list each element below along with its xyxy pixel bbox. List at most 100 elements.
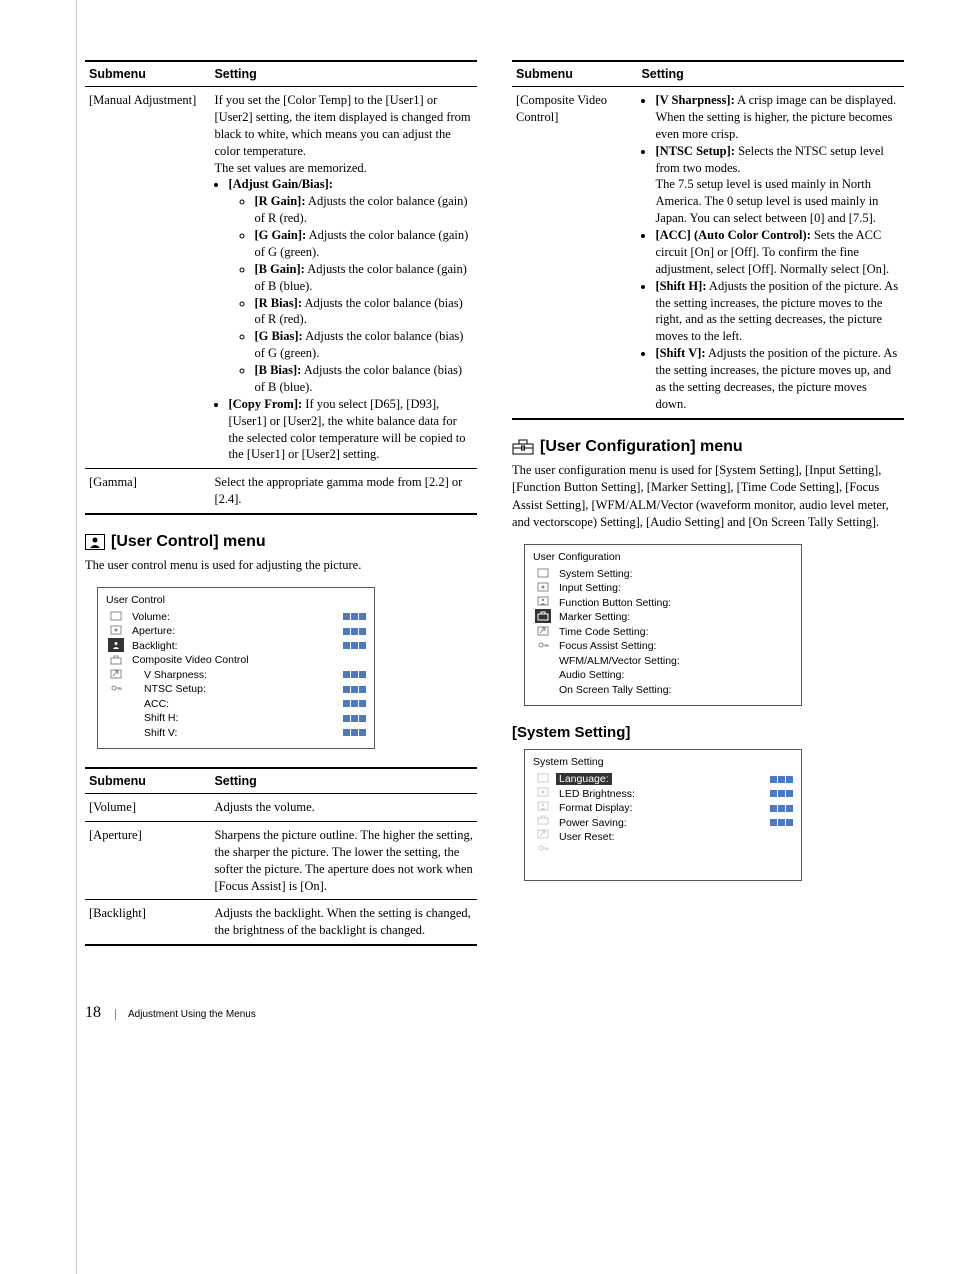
list-item: [R Gain]: Adjusts the color balance (gai… <box>254 193 473 227</box>
value-indicator-icon <box>343 729 366 736</box>
label-bold: [Shift H]: <box>655 279 706 293</box>
table-row: [Gamma] Select the appropriate gamma mod… <box>85 469 477 514</box>
osd-row: Power Saving: <box>559 816 793 831</box>
osd-toolbox-icon <box>109 654 123 666</box>
setting-text: The 7.5 setup level is used mainly in No… <box>655 177 878 225</box>
osd-title: User Configuration <box>533 551 793 563</box>
osd-row-label: Aperture: <box>132 625 175 637</box>
submenu-cell: [Composite Video Control] <box>512 87 637 419</box>
osd-row: ACC: <box>132 697 366 712</box>
osd-row: Input Setting: <box>559 581 793 596</box>
heading-user-configuration: [User Configuration] menu <box>512 438 904 456</box>
label-bold: [ACC] (Auto Color Control): <box>655 228 810 242</box>
heading-user-control: [User Control] menu <box>85 533 477 551</box>
osd-key-icon <box>536 842 550 854</box>
setting-cell: Sharpens the picture outline. The higher… <box>210 821 477 900</box>
osd-key-icon <box>536 639 550 651</box>
label-bold: [G Gain]: <box>254 228 306 242</box>
footer-title: Adjustment Using the Menus <box>115 1009 256 1020</box>
osd-row-label: Volume: <box>132 611 170 623</box>
osd-adjust-icon <box>536 786 550 798</box>
list-item: [Shift H]: Adjusts the position of the p… <box>655 278 900 346</box>
value-indicator-icon <box>343 715 366 722</box>
osd-row: User Reset: <box>559 830 793 845</box>
toolbox-icon <box>512 439 534 455</box>
table-row: [Backlight] Adjusts the backlight. When … <box>85 900 477 945</box>
submenu-cell: [Manual Adjustment] <box>85 87 210 469</box>
user-control-desc: The user control menu is used for adjust… <box>85 557 477 575</box>
setting-text: A crisp image can be displayed. <box>735 93 896 107</box>
col-header-setting: Setting <box>210 768 477 794</box>
label-bold: [R Bias]: <box>254 296 302 310</box>
osd-row-label: Backlight: <box>132 640 178 652</box>
list-item: [NTSC Setup]: Selects the NTSC setup lev… <box>655 143 900 227</box>
label-bold: [Shift V]: <box>655 346 705 360</box>
list-item: [B Bias]: Adjusts the color balance (bia… <box>254 362 473 396</box>
label-bold: [NTSC Setup]: <box>655 144 735 158</box>
person-box-icon <box>85 534 105 550</box>
value-indicator-icon <box>343 686 366 693</box>
osd-row: Audio Setting: <box>559 668 793 683</box>
osd-row: On Screen Tally Setting: <box>559 683 793 698</box>
table-composite-video: Submenu Setting [Composite Video Control… <box>512 60 904 420</box>
osd-row-label: On Screen Tally Setting: <box>559 684 671 696</box>
osd-row-label: System Setting: <box>559 568 633 580</box>
osd-row-label: Audio Setting: <box>559 669 624 681</box>
setting-text: If you set the [Color Temp] to the [User… <box>214 93 470 158</box>
margin-rule <box>76 0 77 1274</box>
page-number: 18 <box>85 1004 101 1022</box>
osd-toolbox-icon <box>536 814 550 826</box>
list-item: [ACC] (Auto Color Control): Sets the ACC… <box>655 227 900 278</box>
setting-cell: Select the appropriate gamma mode from [… <box>210 469 477 514</box>
osd-row-label: Language: <box>556 773 612 785</box>
osd-row: Format Display: <box>559 801 793 816</box>
list-item: [V Sharpness]: A crisp image can be disp… <box>655 92 900 143</box>
osd-row-label: Format Display: <box>559 802 633 814</box>
list-item: [R Bias]: Adjusts the color balance (bia… <box>254 295 473 329</box>
osd-row-list: Volume: Aperture: Backlight:Composite Vide… <box>126 610 366 741</box>
value-indicator-icon <box>343 613 366 620</box>
osd-row-label: Time Code Setting: <box>559 626 649 638</box>
osd-icon-strip <box>106 610 126 741</box>
setting-cell: Adjusts the volume. <box>210 794 477 822</box>
osd-row: Focus Assist Setting: <box>559 639 793 654</box>
osd-row-label: Function Button Setting: <box>559 597 671 609</box>
value-indicator-icon <box>343 642 366 649</box>
value-indicator-icon <box>770 776 793 783</box>
list-item: [G Gain]: Adjusts the color balance (gai… <box>254 227 473 261</box>
osd-row: Marker Setting: <box>559 610 793 625</box>
osd-row-label: Power Saving: <box>559 817 627 829</box>
osd-row: Composite Video Control <box>132 653 366 668</box>
label-bold: [G Bias]: <box>254 329 302 343</box>
osd-icon-strip <box>533 567 553 698</box>
heading-system-setting: [System Setting] <box>512 724 904 741</box>
osd-person-icon <box>108 638 124 652</box>
table-row: [Manual Adjustment] If you set the [Colo… <box>85 87 477 469</box>
osd-row: NTSC Setup: <box>132 682 366 697</box>
submenu-cell: [Aperture] <box>85 821 210 900</box>
osd-arrow-icon <box>536 625 550 637</box>
col-header-submenu: Submenu <box>85 61 210 87</box>
label-bold: [B Gain]: <box>254 262 304 276</box>
setting-text: When the setting is higher, the picture … <box>655 110 892 141</box>
osd-row: WFM/ALM/Vector Setting: <box>559 654 793 669</box>
osd-row-label: Input Setting: <box>559 582 621 594</box>
setting-cell: Adjusts the backlight. When the setting … <box>210 900 477 945</box>
heading-text: [User Control] menu <box>111 533 266 551</box>
osd-row: Volume: <box>132 610 366 625</box>
osd-brightness-icon <box>536 772 550 784</box>
osd-title: User Control <box>106 594 366 606</box>
page-footer: 18 Adjustment Using the Menus <box>0 1004 954 1052</box>
label-bold: [Adjust Gain/Bias]: <box>228 177 333 191</box>
list-item: [Copy From]: If you select [D65], [D93],… <box>228 396 473 464</box>
submenu-cell: [Volume] <box>85 794 210 822</box>
label-bold: [B Bias]: <box>254 363 301 377</box>
osd-row: Backlight: <box>132 639 366 654</box>
value-indicator-icon <box>770 819 793 826</box>
table-manual-adjustment: Submenu Setting [Manual Adjustment] If y… <box>85 60 477 515</box>
heading-text: [User Configuration] menu <box>540 438 743 456</box>
label-bold: [R Gain]: <box>254 194 305 208</box>
osd-title: System Setting <box>533 756 793 768</box>
osd-adjust-icon <box>109 624 123 636</box>
value-indicator-icon <box>770 805 793 812</box>
